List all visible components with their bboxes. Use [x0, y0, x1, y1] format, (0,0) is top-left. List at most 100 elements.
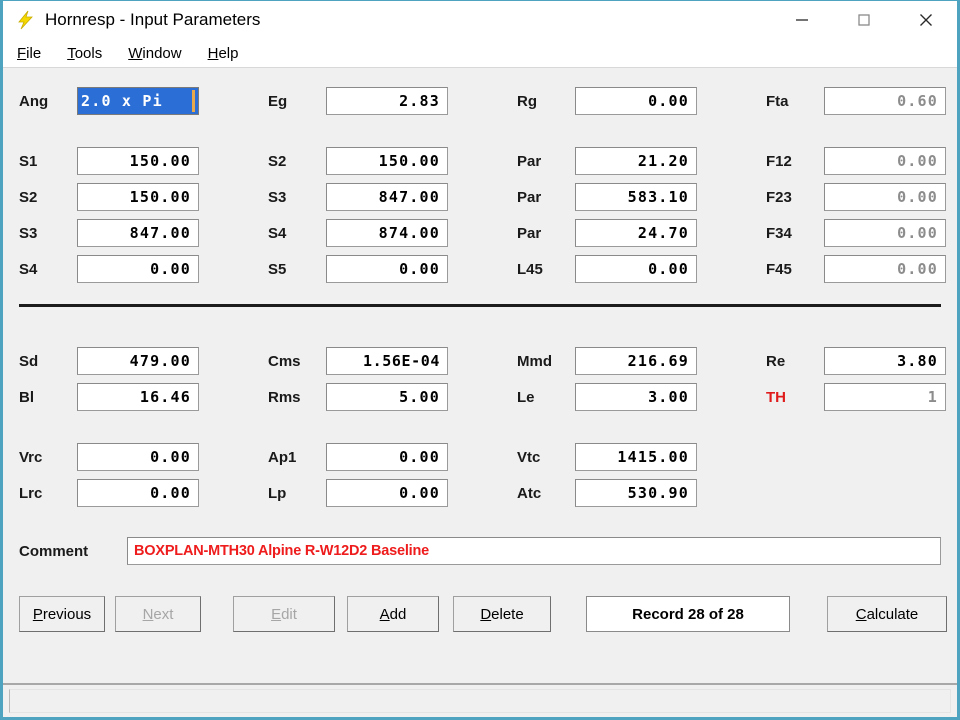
- add-button-rest: dd: [389, 605, 407, 623]
- minimize-button[interactable]: [771, 1, 833, 39]
- label-le: Le: [517, 388, 535, 406]
- input-s2[interactable]: 150.00: [77, 183, 199, 211]
- input-lrc[interactable]: 0.00: [77, 479, 199, 507]
- close-button[interactable]: [895, 1, 957, 39]
- input-s2-right[interactable]: 150.00: [326, 147, 448, 175]
- field-row-ang: Ang 2.0 x Pi: [19, 86, 199, 116]
- input-s5[interactable]: 0.00: [326, 255, 448, 283]
- label-s5: S5: [268, 260, 287, 278]
- calculate-button[interactable]: Calculate: [827, 596, 947, 632]
- label-f23: F23: [766, 188, 792, 206]
- menu-item-help[interactable]: Help: [208, 45, 239, 62]
- label-fta: Fta: [766, 92, 789, 110]
- input-mmd[interactable]: 216.69: [575, 347, 697, 375]
- input-s1[interactable]: 150.00: [77, 147, 199, 175]
- input-cms[interactable]: 1.56E-04: [326, 347, 448, 375]
- add-button[interactable]: Add: [347, 596, 439, 632]
- menu-window-rest: indow: [142, 44, 182, 62]
- field-row-s1: S1 150.00: [19, 146, 199, 176]
- label-f45: F45: [766, 260, 792, 278]
- field-row-par2: Par 583.10: [517, 182, 697, 212]
- input-vtc[interactable]: 1415.00: [575, 443, 697, 471]
- label-ang: Ang: [19, 92, 49, 110]
- previous-button-rest: revious: [42, 605, 92, 623]
- field-row-s3-right: S3 847.00: [268, 182, 448, 212]
- input-ang[interactable]: 2.0 x Pi: [77, 87, 199, 115]
- field-row-re: Re 3.80: [766, 346, 946, 376]
- label-comment: Comment: [19, 542, 89, 560]
- input-s4-right[interactable]: 874.00: [326, 219, 448, 247]
- menu-item-file[interactable]: File: [17, 45, 41, 62]
- input-sd[interactable]: 479.00: [77, 347, 199, 375]
- field-row-sd: Sd 479.00: [19, 346, 199, 376]
- field-row-s4-right: S4 874.00: [268, 218, 448, 248]
- window-controls: [771, 1, 957, 39]
- menu-bar: File Tools Window Help: [3, 39, 957, 68]
- input-eg[interactable]: 2.83: [326, 87, 448, 115]
- label-atc: Atc: [517, 484, 542, 502]
- maximize-button[interactable]: [833, 1, 895, 39]
- input-bl[interactable]: 16.46: [77, 383, 199, 411]
- input-par2[interactable]: 583.10: [575, 183, 697, 211]
- text-caret: [192, 90, 195, 112]
- label-rg: Rg: [517, 92, 537, 110]
- label-bl: Bl: [19, 388, 34, 406]
- input-comment[interactable]: BOXPLAN-MTH30 Alpine R-W12D2 Baseline: [127, 537, 941, 565]
- menu-help-rest: elp: [218, 44, 239, 62]
- field-row-cms: Cms 1.56E-04: [268, 346, 448, 376]
- label-s4-right: S4: [268, 224, 287, 242]
- input-s3-right[interactable]: 847.00: [326, 183, 448, 211]
- input-th[interactable]: 1: [824, 383, 946, 411]
- status-bar: [3, 683, 957, 717]
- menu-item-window[interactable]: Window: [128, 45, 181, 62]
- field-row-f23: F23 0.00: [766, 182, 946, 212]
- field-row-atc: Atc 530.90: [517, 478, 697, 508]
- label-vrc: Vrc: [19, 448, 43, 466]
- input-le[interactable]: 3.00: [575, 383, 697, 411]
- edit-button-rest: dit: [281, 605, 297, 623]
- input-ap1[interactable]: 0.00: [326, 443, 448, 471]
- field-row-lrc: Lrc 0.00: [19, 478, 199, 508]
- title-bar[interactable]: Hornresp - Input Parameters: [3, 1, 957, 39]
- input-re[interactable]: 3.80: [824, 347, 946, 375]
- input-par3[interactable]: 24.70: [575, 219, 697, 247]
- label-eg: Eg: [268, 92, 288, 110]
- input-f23: 0.00: [824, 183, 946, 211]
- input-s4[interactable]: 0.00: [77, 255, 199, 283]
- label-s4: S4: [19, 260, 38, 278]
- delete-button[interactable]: Delete: [453, 596, 551, 632]
- menu-item-tools[interactable]: Tools: [67, 45, 102, 62]
- input-rms[interactable]: 5.00: [326, 383, 448, 411]
- field-row-fta: Fta 0.60: [766, 86, 946, 116]
- input-par1[interactable]: 21.20: [575, 147, 697, 175]
- field-row-s5: S5 0.00: [268, 254, 448, 284]
- input-rg[interactable]: 0.00: [575, 87, 697, 115]
- field-row-le: Le 3.00: [517, 382, 697, 412]
- label-s2: S2: [19, 188, 38, 206]
- next-button: Next: [115, 596, 201, 632]
- field-row-rms: Rms 5.00: [268, 382, 448, 412]
- edit-button: Edit: [233, 596, 335, 632]
- input-ang-value: 2.0 x Pi: [81, 92, 163, 110]
- label-rms: Rms: [268, 388, 301, 406]
- label-lrc: Lrc: [19, 484, 43, 502]
- next-button-rest: ext: [153, 605, 174, 623]
- input-l45[interactable]: 0.00: [575, 255, 697, 283]
- input-atc[interactable]: 530.90: [575, 479, 697, 507]
- hornresp-input-parameters-window: Hornresp - Input Parameters File Tools W…: [0, 0, 960, 720]
- input-vrc[interactable]: 0.00: [77, 443, 199, 471]
- label-lp: Lp: [268, 484, 287, 502]
- lightning-bolt-icon: [15, 9, 37, 31]
- field-row-ap1: Ap1 0.00: [268, 442, 448, 472]
- label-par2: Par: [517, 188, 542, 206]
- input-lp[interactable]: 0.00: [326, 479, 448, 507]
- label-l45: L45: [517, 260, 543, 278]
- field-row-f34: F34 0.00: [766, 218, 946, 248]
- label-par1: Par: [517, 152, 542, 170]
- previous-button[interactable]: Previous: [19, 596, 105, 632]
- section-divider: [19, 304, 941, 307]
- label-vtc: Vtc: [517, 448, 541, 466]
- input-s3[interactable]: 847.00: [77, 219, 199, 247]
- label-f12: F12: [766, 152, 792, 170]
- label-th: TH: [766, 388, 786, 406]
